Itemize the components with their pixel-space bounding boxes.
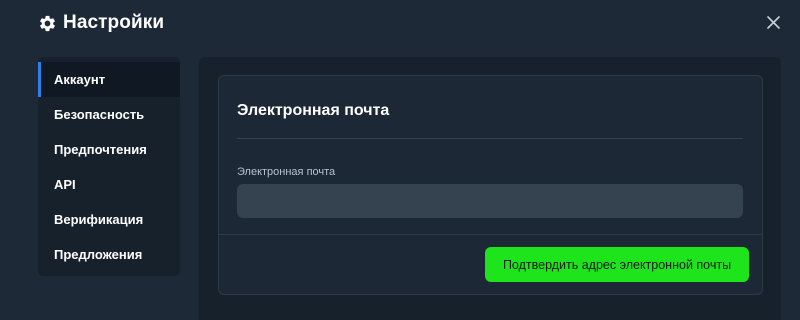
sidebar-item-label: Безопасность bbox=[54, 107, 145, 122]
gear-icon bbox=[38, 14, 57, 33]
page-title: Настройки bbox=[63, 12, 165, 33]
sidebar-item-preferences[interactable]: Предпочтения bbox=[38, 132, 180, 167]
sidebar-item-security[interactable]: Безопасность bbox=[38, 97, 180, 132]
sidebar-item-label: API bbox=[54, 177, 76, 192]
section-divider bbox=[237, 138, 743, 139]
sidebar-item-verification[interactable]: Верификация bbox=[38, 202, 180, 237]
close-button[interactable] bbox=[763, 12, 783, 32]
header-title-group: Настройки bbox=[38, 11, 164, 35]
sidebar-item-label: Аккаунт bbox=[54, 72, 106, 87]
settings-sidebar: Аккаунт Безопасность Предпочтения API Ве… bbox=[38, 57, 180, 276]
confirm-email-button[interactable]: Подтвердить адрес электронной почты bbox=[485, 247, 749, 282]
sidebar-item-label: Верификация bbox=[54, 212, 144, 227]
settings-header: Настройки bbox=[0, 0, 800, 46]
email-section-title: Электронная почта bbox=[237, 102, 390, 119]
email-field[interactable] bbox=[237, 184, 743, 218]
sidebar-item-label: Предпочтения bbox=[54, 142, 147, 157]
sidebar-item-api[interactable]: API bbox=[38, 167, 180, 202]
sidebar-item-label: Предложения bbox=[54, 247, 143, 262]
email-field-label: Электронная почта bbox=[237, 166, 336, 178]
sidebar-item-account[interactable]: Аккаунт bbox=[38, 62, 180, 97]
sidebar-item-offers[interactable]: Предложения bbox=[38, 237, 180, 272]
close-icon bbox=[766, 15, 780, 29]
email-card: Электронная почта Электронная почта Подт… bbox=[218, 75, 763, 295]
card-footer-divider bbox=[219, 234, 762, 235]
